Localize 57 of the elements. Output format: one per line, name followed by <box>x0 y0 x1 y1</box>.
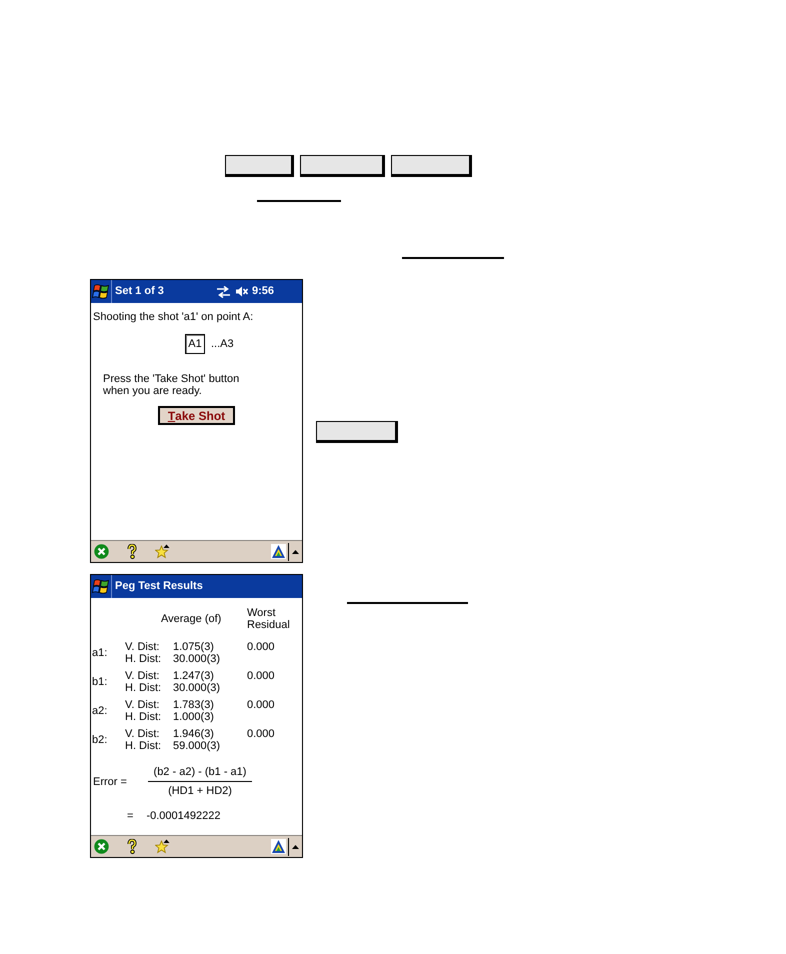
distance-value: 30.000(3) <box>173 653 222 665</box>
point-label: b2: <box>92 734 108 746</box>
residual-value: 0.000 <box>247 641 276 653</box>
distance-label: V. Dist: <box>125 728 160 740</box>
distance-label: H. Dist: <box>125 711 162 723</box>
column-header: Average (of) <box>161 613 222 625</box>
close-icon[interactable] <box>94 839 109 854</box>
window-title: Set 1 of 3 <box>115 285 164 298</box>
result-value: -0.0001492222 <box>146 810 220 822</box>
numerator-text: (b2 - a2) - (b1 - a1) <box>154 766 246 778</box>
distance-label: H. Dist: <box>125 740 162 752</box>
point-label: b1: <box>92 676 108 688</box>
shot-range-end: ...A3 <box>211 338 234 350</box>
residual-value: 0.000 <box>247 728 276 740</box>
point-label: a1: <box>92 647 108 659</box>
take-shot-button[interactable]: Take Shot <box>158 406 235 425</box>
distance-value: 1.247(3) <box>173 670 215 682</box>
distance-value: 1.783(3) <box>173 699 215 711</box>
distance-label: V. Dist: <box>125 641 160 653</box>
distance-value: 1.946(3) <box>173 728 215 740</box>
star-icon[interactable] <box>155 544 170 559</box>
help-icon[interactable] <box>127 839 137 854</box>
instruction-text: Shooting the shot 'a1' on point A: <box>93 311 254 324</box>
distance-value: 1.075(3) <box>173 641 215 653</box>
blank-field[interactable] <box>300 155 385 177</box>
clock-time[interactable]: 9:56 <box>252 285 274 298</box>
window-title: Peg Test Results <box>115 580 203 593</box>
triangle-logo-icon[interactable] <box>271 839 286 854</box>
denominator-text: (HD1 + HD2) <box>168 785 232 797</box>
distance-label: V. Dist: <box>125 670 160 682</box>
blank-field[interactable] <box>391 155 472 177</box>
speaker-muted-icon[interactable] <box>236 286 249 297</box>
sync-arrows-icon[interactable] <box>216 286 231 298</box>
distance-label: H. Dist: <box>125 653 162 665</box>
distance-label: V. Dist: <box>125 699 160 711</box>
star-icon[interactable] <box>155 839 170 854</box>
blank-field[interactable] <box>225 155 294 177</box>
residual-value: 0.000 <box>247 699 276 711</box>
distance-label: H. Dist: <box>125 682 162 694</box>
point-label: a2: <box>92 705 108 717</box>
four-color-flag-icon[interactable] <box>92 284 110 300</box>
close-icon[interactable] <box>94 544 109 559</box>
triangle-logo-icon[interactable] <box>271 544 286 559</box>
equals-sign: = <box>127 810 134 822</box>
four-color-flag-icon[interactable] <box>92 578 110 594</box>
distance-value: 59.000(3) <box>173 740 222 752</box>
help-icon[interactable] <box>127 544 137 559</box>
distance-value: 30.000(3) <box>173 682 222 694</box>
caret-up-icon[interactable] <box>292 844 299 848</box>
prompt-text: Press the 'Take Shot' button when you are ready. <box>103 373 240 397</box>
formula-label: Error = <box>92 776 128 788</box>
column-header: Worst Residual <box>247 607 291 631</box>
residual-value: 0.000 <box>247 670 276 682</box>
blank-field[interactable] <box>316 421 398 443</box>
caret-up-icon[interactable] <box>292 550 299 554</box>
current-shot: A1 <box>185 334 205 354</box>
distance-value: 1.000(3) <box>173 711 215 723</box>
